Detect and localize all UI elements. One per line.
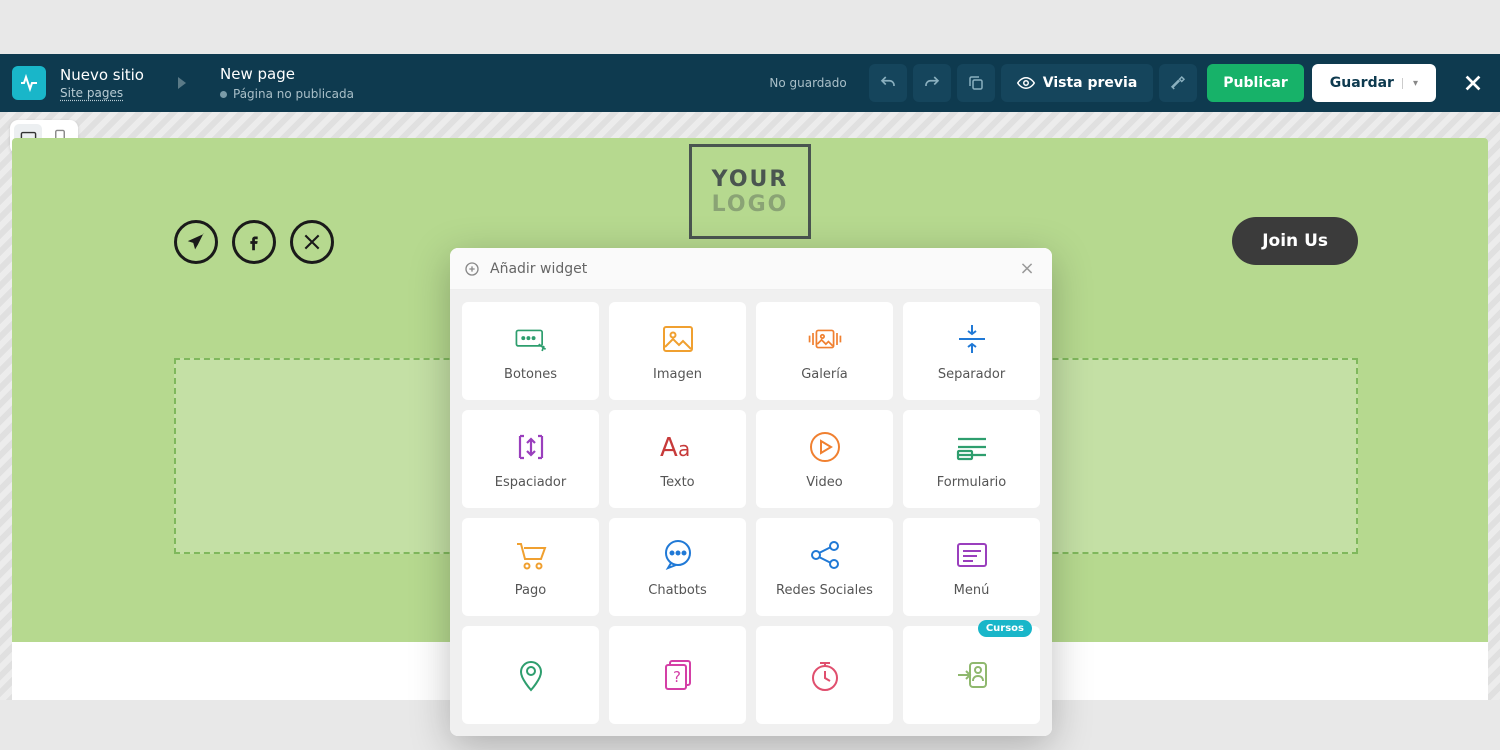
widget-label: Formulario (937, 475, 1006, 490)
telegram-icon[interactable] (174, 220, 218, 264)
share-icon (807, 537, 843, 573)
widget-label: Pago (515, 583, 546, 598)
redo-button[interactable] (913, 64, 951, 102)
modal-title: Añadir widget (490, 261, 587, 277)
quiz-icon: ? (660, 657, 696, 693)
logo-line2: LOGO (712, 192, 789, 217)
app-logo-icon[interactable] (12, 66, 46, 100)
join-us-button[interactable]: Join Us (1232, 217, 1358, 265)
widget-label: Botones (504, 367, 557, 382)
breadcrumb-chevron-icon (178, 74, 186, 93)
video-icon (807, 429, 843, 465)
widget-label: Galería (801, 367, 848, 382)
save-dropdown-chevron-icon[interactable]: ▾ (1402, 78, 1418, 89)
menu-icon (954, 537, 990, 573)
modal-close-button[interactable]: × (1016, 258, 1038, 280)
preview-button[interactable]: Vista previa (1001, 64, 1154, 102)
widget-card-video[interactable]: Video (756, 410, 893, 508)
add-widget-modal: Añadir widget × Botones Imagen Galería Sepa… (450, 248, 1052, 736)
widget-card-text[interactable]: Aa Texto (609, 410, 746, 508)
location-icon (513, 657, 549, 693)
form-icon (954, 429, 990, 465)
image-icon (660, 321, 696, 357)
x-twitter-icon[interactable] (290, 220, 334, 264)
widget-label: Espaciador (495, 475, 566, 490)
svg-text:?: ? (673, 668, 681, 686)
login-icon (954, 657, 990, 693)
widget-card-gallery[interactable]: Galería (756, 302, 893, 400)
widget-card-location[interactable] (462, 626, 599, 724)
widget-card-share[interactable]: Redes Sociales (756, 518, 893, 616)
site-title[interactable]: Nuevo sitio (60, 66, 144, 84)
close-button[interactable] (1458, 68, 1488, 98)
widget-card-chat[interactable]: Chatbots (609, 518, 746, 616)
widget-card-login[interactable]: Cursos (903, 626, 1040, 724)
clock-icon (807, 657, 843, 693)
widget-card-clock[interactable] (756, 626, 893, 724)
widget-label: Redes Sociales (776, 583, 873, 598)
widget-label: Separador (938, 367, 1005, 382)
widget-card-cart[interactable]: Pago (462, 518, 599, 616)
gallery-icon (807, 321, 843, 357)
widget-card-quiz[interactable]: ? (609, 626, 746, 724)
widget-label: Imagen (653, 367, 702, 382)
save-status-text: No guardado (769, 76, 846, 90)
text-icon: Aa (660, 429, 696, 465)
widget-card-spacer[interactable]: Espaciador (462, 410, 599, 508)
cart-icon (513, 537, 549, 573)
widget-grid: Botones Imagen Galería Separador Espaciador A… (450, 290, 1052, 736)
save-label: Guardar (1330, 75, 1394, 91)
buttons-icon (513, 321, 549, 357)
page-title[interactable]: New page (220, 65, 354, 83)
svg-text:a: a (678, 437, 690, 461)
top-bar: Nuevo sitio Site pages New page Página n… (0, 54, 1500, 112)
publish-button[interactable]: Publicar (1207, 64, 1304, 102)
social-icons-row[interactable] (174, 220, 334, 264)
svg-text:A: A (660, 433, 678, 462)
widget-label: Menú (954, 583, 990, 598)
tools-button[interactable] (1159, 64, 1197, 102)
widget-label: Chatbots (648, 583, 706, 598)
widget-card-buttons[interactable]: Botones (462, 302, 599, 400)
site-pages-link[interactable]: Site pages (60, 86, 144, 100)
widget-label: Video (806, 475, 842, 490)
modal-header: Añadir widget × (450, 248, 1052, 290)
widget-card-menu[interactable]: Menú (903, 518, 1040, 616)
page-status: Página no publicada (220, 87, 354, 101)
chat-icon (660, 537, 696, 573)
widget-badge: Cursos (978, 620, 1032, 637)
separator-icon (954, 321, 990, 357)
spacer-icon (513, 429, 549, 465)
widget-card-form[interactable]: Formulario (903, 410, 1040, 508)
logo-placeholder[interactable]: YOUR LOGO (689, 144, 811, 239)
preview-label: Vista previa (1043, 75, 1138, 91)
undo-button[interactable] (869, 64, 907, 102)
logo-line1: YOUR (712, 167, 789, 192)
copy-button[interactable] (957, 64, 995, 102)
widget-card-image[interactable]: Imagen (609, 302, 746, 400)
widget-label: Texto (660, 475, 694, 490)
widget-card-separator[interactable]: Separador (903, 302, 1040, 400)
plus-circle-icon (464, 261, 480, 277)
save-button[interactable]: Guardar ▾ (1312, 64, 1436, 102)
breadcrumb: Nuevo sitio Site pages New page Página n… (60, 65, 354, 101)
facebook-icon[interactable] (232, 220, 276, 264)
